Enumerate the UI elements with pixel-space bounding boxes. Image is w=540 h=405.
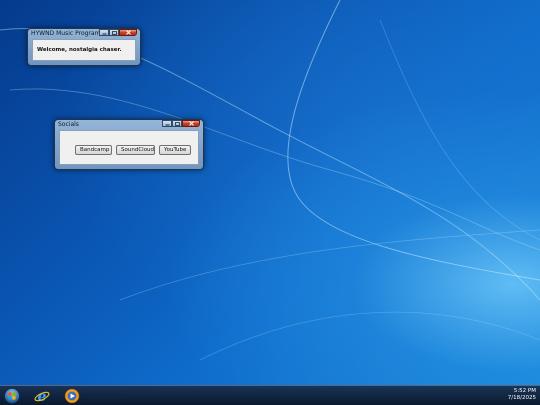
main-window[interactable]: HYWND Music Program Welcome, nostalgia c…: [27, 28, 141, 66]
start-button[interactable]: [2, 386, 22, 405]
socials-window-titlebar[interactable]: Socials: [55, 120, 203, 129]
desktop: HYWND Music Program Welcome, nostalgia c…: [0, 0, 540, 405]
maximize-button[interactable]: [172, 120, 182, 127]
media-player-button[interactable]: [62, 386, 82, 405]
internet-explorer-icon: e: [34, 389, 50, 404]
close-icon: [188, 121, 194, 126]
socials-window-controls: [162, 120, 200, 127]
main-window-controls: [99, 29, 137, 36]
clock-date: 7/18/2025: [507, 395, 536, 401]
soundcloud-button[interactable]: SoundCloud: [116, 145, 155, 155]
minimize-icon: [165, 124, 169, 125]
close-button[interactable]: [119, 29, 137, 36]
main-window-titlebar[interactable]: HYWND Music Program: [28, 29, 140, 38]
socials-window-title: Socials: [58, 121, 79, 128]
maximize-button[interactable]: [109, 29, 119, 36]
minimize-icon: [102, 33, 106, 34]
system-clock[interactable]: 5:52 PM 7/18/2025: [508, 388, 536, 402]
maximize-icon: [111, 30, 117, 35]
internet-explorer-button[interactable]: e: [32, 386, 52, 405]
youtube-button[interactable]: YouTube: [159, 145, 191, 155]
close-button[interactable]: [182, 120, 200, 127]
media-player-icon: [64, 388, 80, 403]
main-window-content: Welcome, nostalgia chaser.: [32, 39, 136, 61]
taskbar: e 5:52 PM 7/18/2025: [0, 385, 540, 405]
svg-text:e: e: [38, 389, 47, 404]
main-window-title: HYWND Music Program: [31, 30, 101, 37]
start-orb-icon: [4, 387, 20, 404]
minimize-button[interactable]: [99, 29, 109, 36]
clock-time: 5:52 PM: [513, 388, 536, 394]
socials-window[interactable]: Socials Bandcamp SoundCloud YouTube: [54, 119, 204, 170]
socials-window-content: Bandcamp SoundCloud YouTube: [59, 130, 199, 165]
welcome-message: Welcome, nostalgia chaser.: [37, 47, 122, 53]
minimize-button[interactable]: [162, 120, 172, 127]
close-icon: [125, 30, 131, 35]
bandcamp-button[interactable]: Bandcamp: [75, 145, 112, 155]
socials-button-row: Bandcamp SoundCloud YouTube: [75, 145, 191, 155]
maximize-icon: [174, 121, 180, 126]
